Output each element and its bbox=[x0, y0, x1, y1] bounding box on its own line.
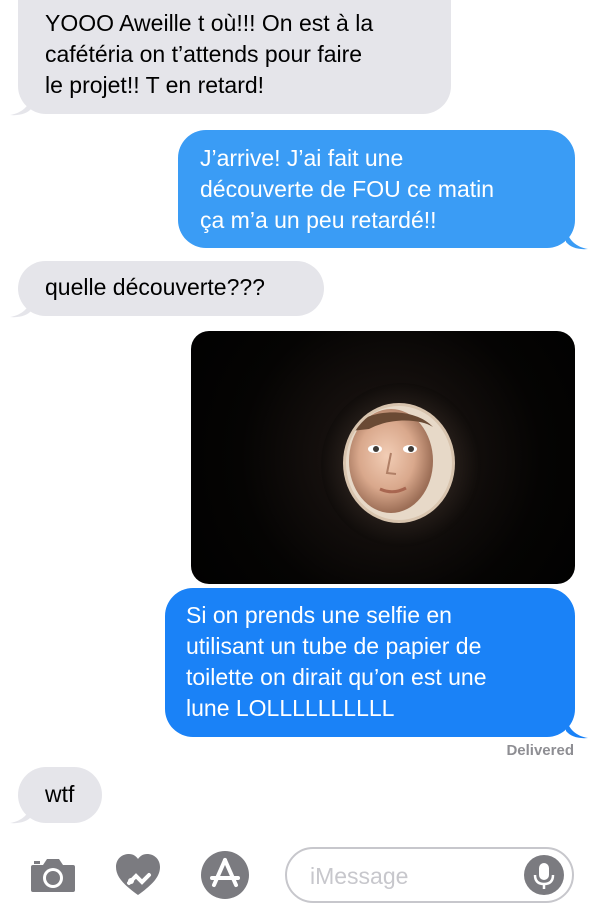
message-line: wtf bbox=[45, 781, 75, 807]
bubble-tail bbox=[566, 228, 588, 250]
message-line: J’arrive! J’ai fait une bbox=[200, 145, 404, 171]
bubble-tail bbox=[10, 296, 32, 318]
message-input[interactable]: iMessage bbox=[285, 847, 574, 903]
bubble-tail bbox=[10, 802, 32, 824]
heart-icon[interactable] bbox=[114, 853, 162, 897]
camera-icon[interactable] bbox=[29, 856, 77, 894]
microphone-button[interactable] bbox=[524, 855, 564, 895]
message-bubble-incoming[interactable]: YOOO Aweille t où!!! On est à la cafétér… bbox=[18, 0, 451, 114]
message-line: le projet!! T en retard! bbox=[45, 72, 265, 98]
message-line: toilette on dirait qu’on est une bbox=[186, 664, 487, 690]
message-line: découverte de FOU ce matin bbox=[200, 176, 495, 202]
selfie-photo bbox=[321, 383, 481, 547]
message-bubble-outgoing[interactable]: Si on prends une selfie en utilisant un … bbox=[165, 588, 575, 737]
message-bubble-outgoing[interactable]: J’arrive! J’ai fait une découverte de FO… bbox=[178, 130, 575, 248]
message-input-placeholder: iMessage bbox=[310, 863, 409, 889]
message-line: quelle découverte??? bbox=[45, 274, 265, 300]
microphone-icon bbox=[533, 863, 555, 889]
photo-attachment[interactable] bbox=[191, 331, 575, 584]
bubble-tail bbox=[10, 94, 32, 116]
message-line: cafétéria on t’attends pour faire bbox=[45, 41, 363, 67]
message-line: lune LOLLLLLLLLLL bbox=[186, 695, 395, 721]
bubble-tail bbox=[566, 717, 588, 739]
message-line: ça m’a un peu retardé!! bbox=[200, 207, 437, 233]
message-line: Si on prends une selfie en bbox=[186, 602, 452, 628]
app-store-icon[interactable] bbox=[200, 850, 250, 900]
message-line: utilisant un tube de papier de bbox=[186, 633, 482, 659]
message-bubble-incoming[interactable]: quelle découverte??? bbox=[18, 261, 324, 316]
delivered-status: Delivered bbox=[506, 742, 574, 759]
message-line: YOOO Aweille t où!!! On est à la bbox=[45, 10, 374, 36]
